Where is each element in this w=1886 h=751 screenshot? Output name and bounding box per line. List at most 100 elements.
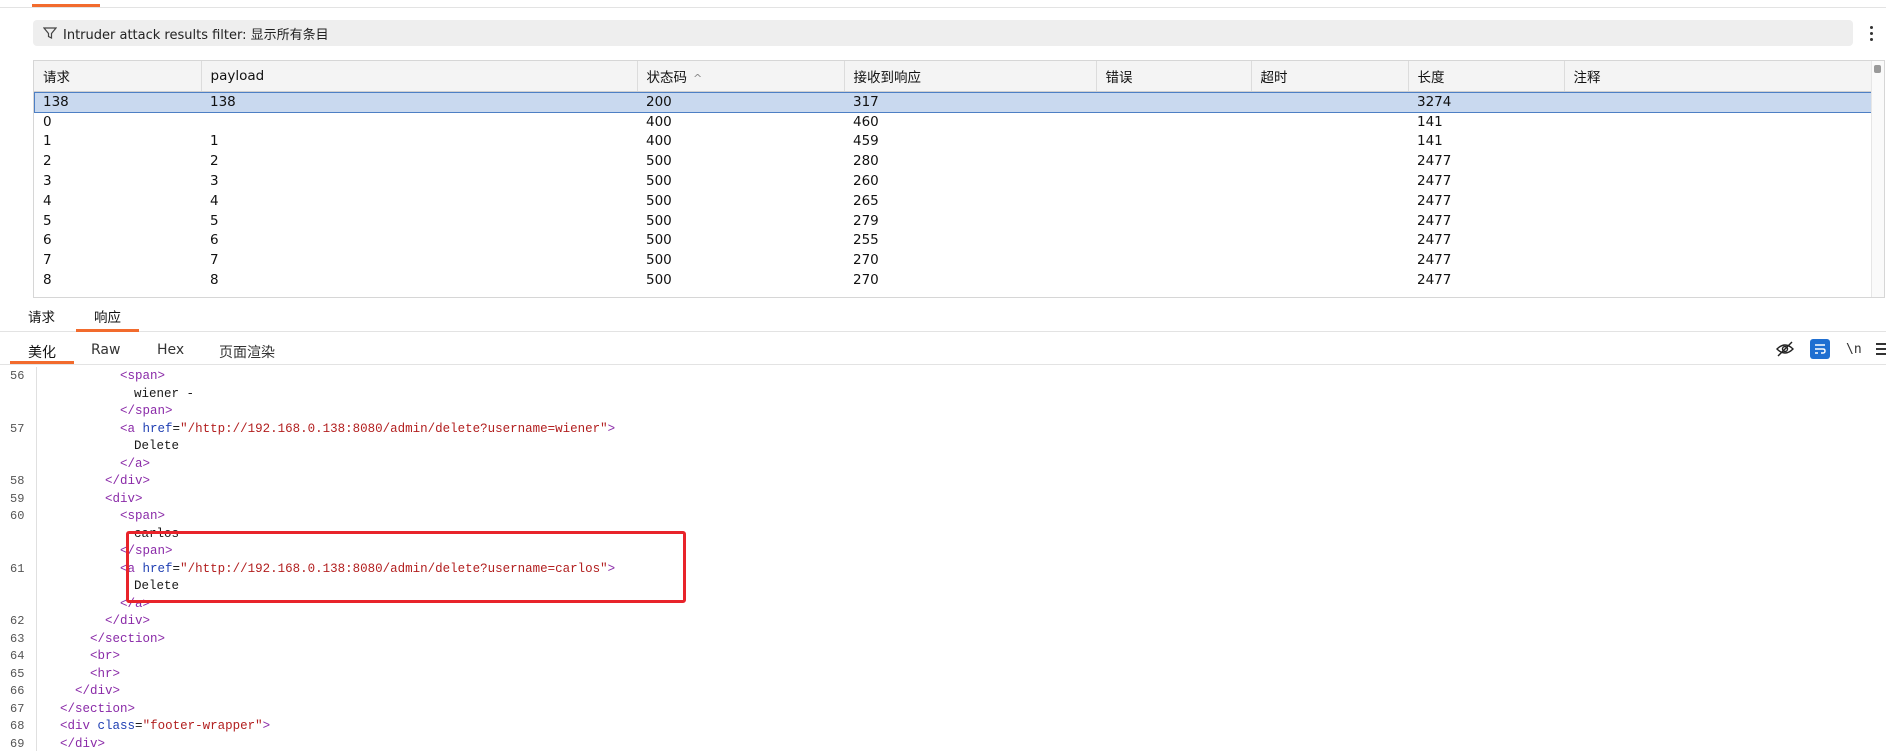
results-filter-bar[interactable]: Intruder attack results filter: 显示所有条目 xyxy=(33,20,1853,46)
table-cell: 2477 xyxy=(1417,232,1452,249)
top-tab-strip xyxy=(0,0,1886,8)
table-cell: 280 xyxy=(853,153,879,170)
column-header[interactable]: payload xyxy=(201,61,638,92)
code-line: 57 <a href="/http://192.168.0.138:8080/ad… xyxy=(10,421,616,436)
column-header[interactable]: 超时 xyxy=(1251,61,1409,92)
table-cell: 3 xyxy=(210,173,219,190)
table-cell xyxy=(1564,270,1872,290)
column-header[interactable]: 请求 xyxy=(34,61,202,92)
table-cell xyxy=(201,112,637,132)
table-cell: 270 xyxy=(853,252,879,269)
filter-label: Intruder attack results filter: 显示所有条目 xyxy=(63,27,329,43)
table-cell xyxy=(1251,171,1408,191)
table-cell xyxy=(1251,151,1408,171)
table-cell: 459 xyxy=(853,133,879,150)
table-cell: 255 xyxy=(853,232,879,249)
table-cell: 2477 xyxy=(1417,252,1452,269)
table-cell: 400 xyxy=(646,113,672,130)
table-cell: 1 xyxy=(43,133,52,150)
table-cell: 2477 xyxy=(1417,212,1452,229)
table-cell: 2477 xyxy=(1417,153,1452,170)
column-header[interactable]: 长度 xyxy=(1408,61,1565,92)
table-cell: 6 xyxy=(210,232,219,249)
table-cell: 138 xyxy=(34,91,201,112)
tab-hex[interactable]: Hex xyxy=(157,342,184,364)
word-wrap-icon[interactable] xyxy=(1810,339,1830,359)
table-scrollbar[interactable] xyxy=(1871,61,1884,297)
table-cell: 500 xyxy=(646,173,672,190)
table-cell: 7 xyxy=(43,252,52,269)
table-cell xyxy=(1564,250,1872,270)
table-row[interactable]: 8 8 500 270 2477 xyxy=(34,270,1872,290)
response-code-view[interactable]: 56 <span> wiener - </span> 57 <a href="/ht… xyxy=(0,367,1886,751)
hide-eye-icon[interactable] xyxy=(1776,339,1794,359)
tab-pretty[interactable]: 美化 xyxy=(10,342,74,364)
newline-toggle[interactable]: \n xyxy=(1846,339,1862,359)
table-cell: 3274 xyxy=(1408,91,1564,112)
active-tab-indicator xyxy=(32,4,100,7)
table-cell xyxy=(1564,112,1872,132)
table-cell: 500 xyxy=(646,232,672,249)
code-line: 62 </div> xyxy=(10,614,151,628)
tab-raw[interactable]: Raw xyxy=(91,342,120,364)
code-line: 65 <hr> xyxy=(10,666,121,681)
code-line: carlos - xyxy=(134,526,195,541)
tab-request[interactable]: 请求 xyxy=(28,309,55,331)
code-line: </span> xyxy=(120,404,173,418)
table-cell: 5 xyxy=(43,212,52,229)
table-row[interactable]: 5 5 500 279 2477 xyxy=(34,211,1872,231)
view-tabs: 美化 Raw Hex 页面渲染 xyxy=(0,336,1886,365)
table-cell xyxy=(1251,112,1408,132)
table-cell xyxy=(1564,231,1872,251)
table-cell: 279 xyxy=(853,212,879,229)
table-row[interactable]: 4 4 500 265 2477 xyxy=(34,191,1872,211)
table-cell: 141 xyxy=(1417,133,1443,150)
code-line: </a> xyxy=(120,596,151,611)
table-cell: 1 xyxy=(210,133,219,150)
code-line: 67 </section> xyxy=(10,701,136,716)
table-cell xyxy=(1564,211,1872,231)
table-row[interactable]: 6 6 500 255 2477 xyxy=(34,231,1872,251)
table-cell xyxy=(1564,132,1872,152)
table-row[interactable]: 7 7 500 270 2477 xyxy=(34,250,1872,270)
code-line: Delete xyxy=(134,439,180,453)
table-cell: 265 xyxy=(853,192,879,209)
table-cell: 2477 xyxy=(1417,192,1452,209)
table-cell xyxy=(1251,191,1408,211)
code-line: 68 <div class="footer-wrapper"> xyxy=(10,719,271,733)
code-line: 60 <span> xyxy=(10,509,166,523)
code-line: 61 <a href="/http://192.168.0.138:8080/ad… xyxy=(10,561,616,576)
table-cell: 2 xyxy=(43,153,52,170)
table-row[interactable]: 0 400 460 141 xyxy=(34,112,1872,132)
scrollbar-thumb[interactable] xyxy=(1874,65,1881,73)
table-cell: 4 xyxy=(210,192,219,209)
table-cell xyxy=(1096,191,1251,211)
table-cell xyxy=(1096,91,1251,112)
table-cell: 200 xyxy=(637,91,844,112)
table-cell xyxy=(1251,250,1408,270)
more-options-icon[interactable] xyxy=(1866,22,1876,44)
menu-icon[interactable] xyxy=(1876,339,1886,359)
code-line: 58 </div> xyxy=(10,474,151,488)
table-row[interactable]: 2 2 500 280 2477 xyxy=(34,151,1872,171)
column-header[interactable]: 注释 xyxy=(1564,61,1873,92)
column-header[interactable]: 状态码 ^ xyxy=(637,61,845,92)
column-header[interactable]: 接收到响应 xyxy=(844,61,1097,92)
tab-response[interactable]: 响应 xyxy=(76,309,139,332)
column-header[interactable]: 错误 xyxy=(1096,61,1252,92)
table-cell: 260 xyxy=(853,173,879,190)
table-row[interactable]: 138 138 200 317 3274 xyxy=(34,91,1872,112)
table-cell xyxy=(1096,270,1251,290)
message-tabs: 请求 响应 xyxy=(0,305,1886,332)
table-cell xyxy=(1096,231,1251,251)
tab-render[interactable]: 页面渲染 xyxy=(219,342,275,364)
table-row[interactable]: 1 1 400 459 141 xyxy=(34,132,1872,152)
table-cell: 2477 xyxy=(1417,272,1452,289)
table-cell: 500 xyxy=(646,153,672,170)
table-cell xyxy=(1096,151,1251,171)
table-cell: 138 xyxy=(201,91,637,112)
table-row[interactable]: 3 3 500 260 2477 xyxy=(34,171,1872,191)
table-cell xyxy=(1251,211,1408,231)
table-cell: 400 xyxy=(646,133,672,150)
table-cell xyxy=(1564,191,1872,211)
